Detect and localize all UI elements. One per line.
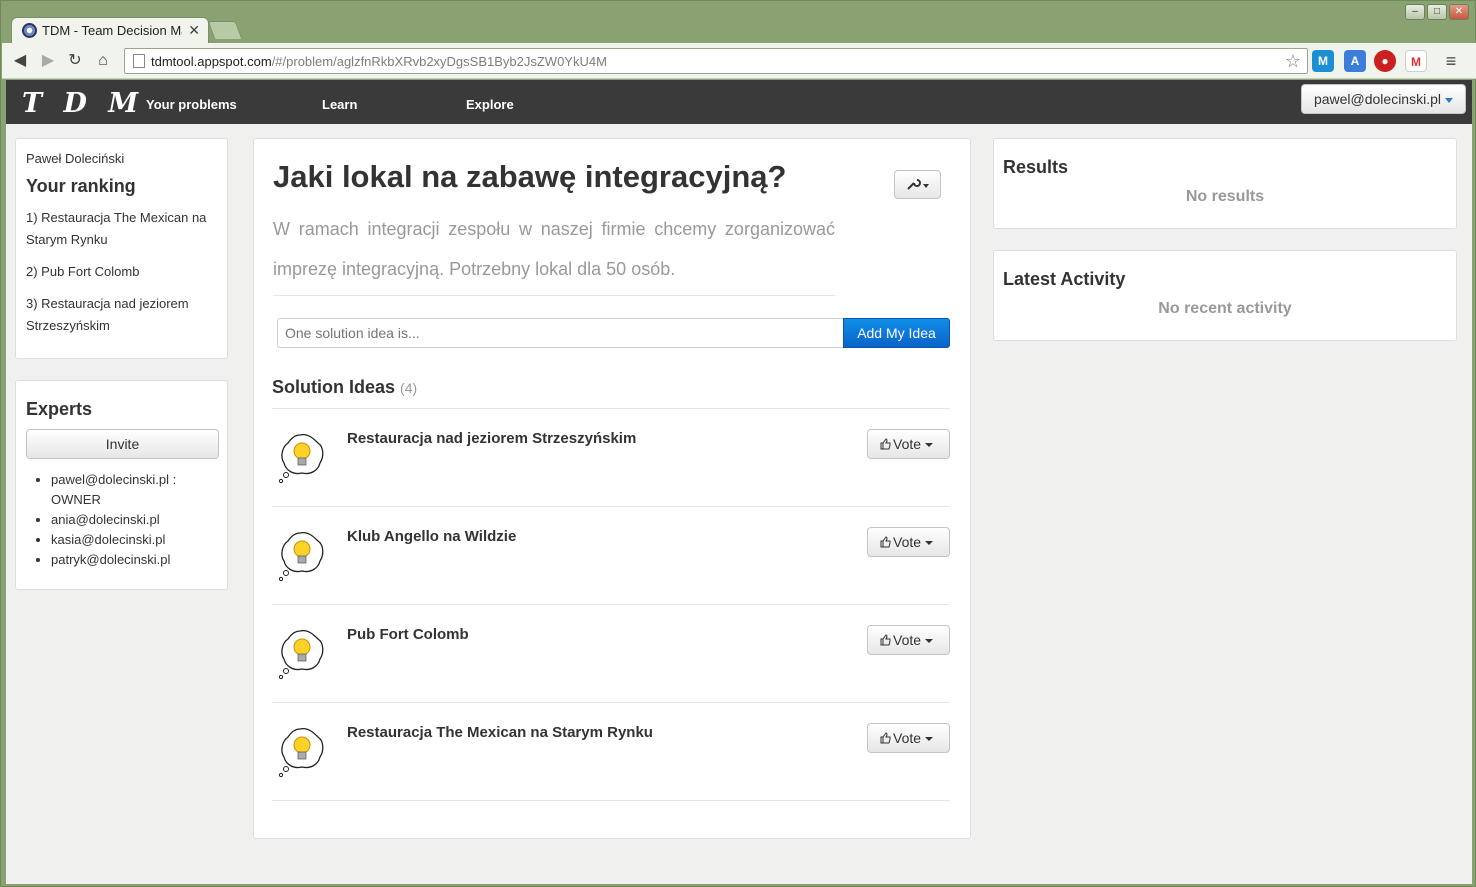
idea-title: Restauracja The Mexican na Starym Rynku [347, 724, 653, 741]
close-window-button[interactable]: ✕ [1449, 4, 1469, 20]
idea-form: Add My Idea [277, 318, 950, 348]
vote-label: Vote [893, 534, 922, 550]
caret-down-icon [925, 737, 934, 742]
menu-icon[interactable]: ≡ [1440, 50, 1462, 72]
ranking-title: Your ranking [26, 176, 136, 196]
results-panel: Results No results [993, 138, 1457, 229]
nav-learn[interactable]: Learn [322, 97, 357, 112]
back-arrow-icon[interactable]: ◀ [10, 51, 30, 71]
lightbulb-icon [278, 433, 324, 484]
forward-arrow-icon[interactable]: ▶ [38, 51, 58, 71]
address-bar[interactable]: tdmtool.appspot.com/#/problem/aglzfnRkbX… [124, 48, 1308, 74]
thumbs-up-icon [880, 536, 891, 548]
extension-m-icon[interactable]: M [1312, 50, 1334, 72]
experts-title: Experts [26, 399, 93, 419]
idea-row: Klub Angello na Wildzie Vote [272, 507, 950, 605]
wrench-dropdown-button[interactable] [894, 170, 941, 199]
new-tab-button[interactable] [207, 21, 243, 39]
expert-item: patryk@dolecinski.pl [51, 550, 217, 570]
user-name: Paweł Doleciński [26, 151, 125, 166]
page-icon [133, 54, 145, 68]
experts-panel: Experts Invite pawel@dolecinski.pl : OWN… [15, 380, 228, 590]
tab-title: TDM - Team Decision Ma [42, 23, 183, 38]
ranking-item: 3) Restauracja nad jeziorem Strzeszyński… [26, 296, 189, 333]
experts-list: pawel@dolecinski.pl : OWNER ania@dolecin… [26, 470, 217, 570]
idea-input[interactable] [277, 318, 843, 348]
vote-button[interactable]: Vote [867, 527, 950, 557]
vote-button[interactable]: Vote [867, 429, 950, 459]
home-icon[interactable]: ⌂ [93, 51, 113, 71]
results-empty: No results [1185, 188, 1265, 205]
caret-down-icon [925, 541, 934, 546]
maximize-button[interactable]: □ [1427, 4, 1447, 20]
idea-title: Klub Angello na Wildzie [347, 528, 517, 545]
idea-row: Restauracja The Mexican na Starym Rynku … [272, 703, 950, 801]
idea-title: Pub Fort Colomb [347, 626, 469, 643]
ranking-item: 1) Restauracja The Mexican na Starym Ryn… [26, 210, 207, 247]
nav-explore[interactable]: Explore [466, 97, 514, 112]
url-host: tdmtool.appspot.com [151, 53, 272, 69]
idea-row: Pub Fort Colomb Vote [272, 605, 950, 703]
translate-icon[interactable]: A [1344, 50, 1366, 72]
vote-label: Vote [893, 436, 922, 452]
nav-your-problems[interactable]: Your problems [146, 97, 237, 112]
tab-favicon-icon [22, 23, 37, 38]
adblock-icon[interactable]: ● [1374, 50, 1396, 72]
ranking-panel: Paweł Doleciński Your ranking 1) Restaur… [15, 138, 228, 359]
caret-down-icon [925, 443, 934, 448]
thumbs-up-icon [880, 634, 891, 646]
app-navbar: T D M Your problems Learn Explore pawel@… [6, 80, 1472, 124]
vote-label: Vote [893, 632, 922, 648]
thumbs-up-icon [880, 732, 891, 744]
ideas-header: Solution Ideas (4) [272, 377, 950, 409]
caret-down-icon [922, 183, 929, 188]
activity-panel: Latest Activity No recent activity [993, 250, 1457, 341]
thumbs-up-icon [880, 438, 891, 450]
vote-button[interactable]: Vote [867, 723, 950, 753]
problem-description: W ramach integracji zespołu w naszej fir… [273, 209, 835, 296]
gmail-icon[interactable]: M [1405, 50, 1427, 72]
vote-label: Vote [893, 730, 922, 746]
invite-button[interactable]: Invite [26, 429, 219, 459]
tab-close-icon[interactable]: ✕ [188, 22, 200, 39]
idea-title: Restauracja nad jeziorem Strzeszyńskim [347, 430, 637, 447]
expert-item: pawel@dolecinski.pl : OWNER [51, 470, 217, 510]
ranking-item: 2) Pub Fort Colomb [26, 264, 140, 279]
lightbulb-icon [278, 629, 324, 680]
minimize-button[interactable]: – [1405, 4, 1425, 20]
idea-row: Restauracja nad jeziorem Strzeszyńskim V… [272, 409, 950, 507]
wrench-icon [906, 179, 921, 190]
ideas-title: Solution Ideas [272, 377, 396, 397]
brand-logo[interactable]: T D M [22, 88, 144, 119]
expert-item: ania@dolecinski.pl [51, 510, 217, 530]
window-controls: – □ ✕ [1405, 4, 1469, 20]
add-idea-button[interactable]: Add My Idea [843, 318, 950, 348]
user-email: pawel@dolecinski.pl [1313, 91, 1441, 107]
url-path: /#/problem/aglzfnRkbXRvb2xyDgsSB1Byb2JsZ… [271, 53, 607, 69]
ideas-count: (4) [400, 380, 418, 396]
lightbulb-icon [278, 727, 324, 778]
problem-title: Jaki lokal na zabawę integracyjną? [273, 159, 787, 194]
ranking-list: 1) Restauracja The Mexican na Starym Ryn… [26, 207, 217, 337]
lightbulb-icon [278, 531, 324, 582]
user-menu-button[interactable]: pawel@dolecinski.pl [1300, 84, 1466, 114]
activity-empty: No recent activity [1158, 300, 1292, 317]
results-title: Results [1003, 157, 1069, 177]
activity-title: Latest Activity [1003, 269, 1126, 289]
reload-icon[interactable]: ↻ [65, 51, 85, 71]
expert-item: kasia@dolecinski.pl [51, 530, 217, 550]
bookmark-star-icon[interactable]: ☆ [1285, 51, 1301, 72]
vote-button[interactable]: Vote [867, 625, 950, 655]
browser-window: – □ ✕ TDM - Team Decision Ma ✕ ◀ ▶ ↻ ⌂ t… [0, 0, 1476, 887]
browser-tab[interactable]: TDM - Team Decision Ma ✕ [11, 17, 209, 43]
caret-down-icon [1445, 97, 1453, 103]
browser-toolbar: ◀ ▶ ↻ ⌂ tdmtool.appspot.com/#/problem/ag… [2, 43, 1476, 79]
caret-down-icon [925, 639, 934, 644]
page-content: T D M Your problems Learn Explore pawel@… [6, 80, 1472, 884]
